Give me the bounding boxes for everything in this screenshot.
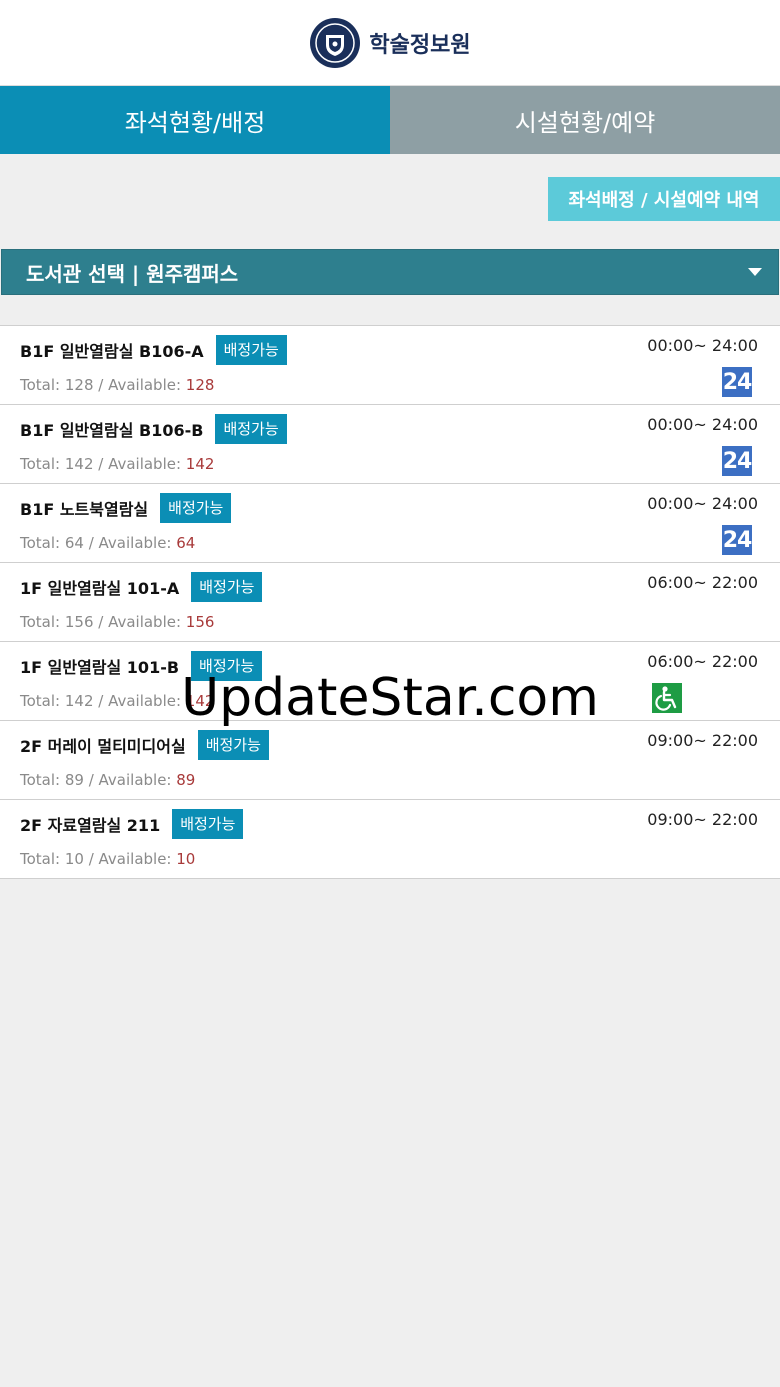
room-item[interactable]: B1F 노트북열람실 배정가능 Total: 64 / Available: 6… bbox=[0, 484, 780, 563]
room-hours: 00:00~ 24:00 bbox=[647, 415, 758, 434]
room-name: B1F 일반열람실 B106-A bbox=[20, 342, 204, 361]
header-title: 학술정보원 bbox=[369, 32, 471, 58]
available-count: 64 bbox=[176, 534, 196, 552]
room-item[interactable]: 2F 머레이 멀티미디어실 배정가능 Total: 89 / Available… bbox=[0, 721, 780, 800]
room-name: 2F 머레이 멀티미디어실 bbox=[20, 737, 186, 756]
status-badge: 배정가능 bbox=[191, 572, 263, 602]
room-list: B1F 일반열람실 B106-A 배정가능 Total: 128 / Avail… bbox=[0, 325, 780, 879]
room-item[interactable]: B1F 일반열람실 B106-B 배정가능 Total: 142 / Avail… bbox=[0, 405, 780, 484]
room-stats: Total: 142 / Available: 142 bbox=[20, 692, 215, 710]
room-hours: 09:00~ 22:00 bbox=[647, 810, 758, 829]
available-count: 128 bbox=[185, 376, 215, 394]
status-badge: 배정가능 bbox=[215, 414, 287, 444]
room-item[interactable]: B1F 일반열람실 B106-A 배정가능 Total: 128 / Avail… bbox=[0, 326, 780, 405]
room-stats: Total: 156 / Available: 156 bbox=[20, 613, 215, 631]
history-row: 좌석배정 / 시설예약 내역 bbox=[0, 154, 780, 249]
reservation-history-button[interactable]: 좌석배정 / 시설예약 내역 bbox=[548, 177, 780, 221]
library-select-label: 도서관 선택 | 원주캠퍼스 bbox=[26, 261, 239, 286]
24h-icon: 24 bbox=[722, 525, 752, 555]
room-name: 2F 자료열람실 211 bbox=[20, 816, 161, 835]
available-count: 89 bbox=[176, 771, 196, 789]
status-badge: 배정가능 bbox=[197, 730, 269, 760]
room-name: B1F 일반열람실 B106-B bbox=[20, 421, 204, 440]
room-hours: 06:00~ 22:00 bbox=[647, 573, 758, 592]
room-item[interactable]: 1F 일반열람실 101-A 배정가능 Total: 156 / Availab… bbox=[0, 563, 780, 642]
24h-icon: 24 bbox=[722, 446, 752, 476]
room-name: 1F 일반열람실 101-A bbox=[20, 579, 180, 598]
caret-down-icon bbox=[748, 268, 762, 276]
logo[interactable]: 학술정보원 bbox=[309, 17, 471, 69]
tab-facility-status[interactable]: 시설현황/예약 bbox=[390, 86, 780, 154]
library-select-dropdown[interactable]: 도서관 선택 | 원주캠퍼스 bbox=[1, 249, 779, 295]
room-stats: Total: 64 / Available: 64 bbox=[20, 534, 196, 552]
status-badge: 배정가능 bbox=[191, 651, 263, 681]
24h-icon: 24 bbox=[722, 367, 752, 397]
room-hours: 00:00~ 24:00 bbox=[647, 494, 758, 513]
available-count: 10 bbox=[176, 850, 196, 868]
status-badge: 배정가능 bbox=[215, 335, 287, 365]
status-badge: 배정가능 bbox=[172, 809, 244, 839]
app-header: 학술정보원 bbox=[0, 0, 780, 86]
main-tabs: 좌석현황/배정 시설현황/예약 bbox=[0, 86, 780, 154]
room-item[interactable]: 1F 일반열람실 101-B 배정가능 Total: 142 / Availab… bbox=[0, 642, 780, 721]
room-stats: Total: 89 / Available: 89 bbox=[20, 771, 196, 789]
wheelchair-icon bbox=[652, 683, 682, 713]
room-hours: 00:00~ 24:00 bbox=[647, 336, 758, 355]
room-name: B1F 노트북열람실 bbox=[20, 500, 149, 519]
room-stats: Total: 128 / Available: 128 bbox=[20, 376, 215, 394]
available-count: 142 bbox=[185, 455, 215, 473]
available-count: 142 bbox=[185, 692, 215, 710]
room-stats: Total: 10 / Available: 10 bbox=[20, 850, 196, 868]
room-name: 1F 일반열람실 101-B bbox=[20, 658, 180, 677]
room-hours: 06:00~ 22:00 bbox=[647, 652, 758, 671]
status-badge: 배정가능 bbox=[160, 493, 232, 523]
available-count: 156 bbox=[185, 613, 215, 631]
university-seal-icon bbox=[310, 17, 361, 68]
room-hours: 09:00~ 22:00 bbox=[647, 731, 758, 750]
room-item[interactable]: 2F 자료열람실 211 배정가능 Total: 10 / Available:… bbox=[0, 800, 780, 879]
tab-seat-status[interactable]: 좌석현황/배정 bbox=[0, 86, 390, 154]
room-stats: Total: 142 / Available: 142 bbox=[20, 455, 215, 473]
